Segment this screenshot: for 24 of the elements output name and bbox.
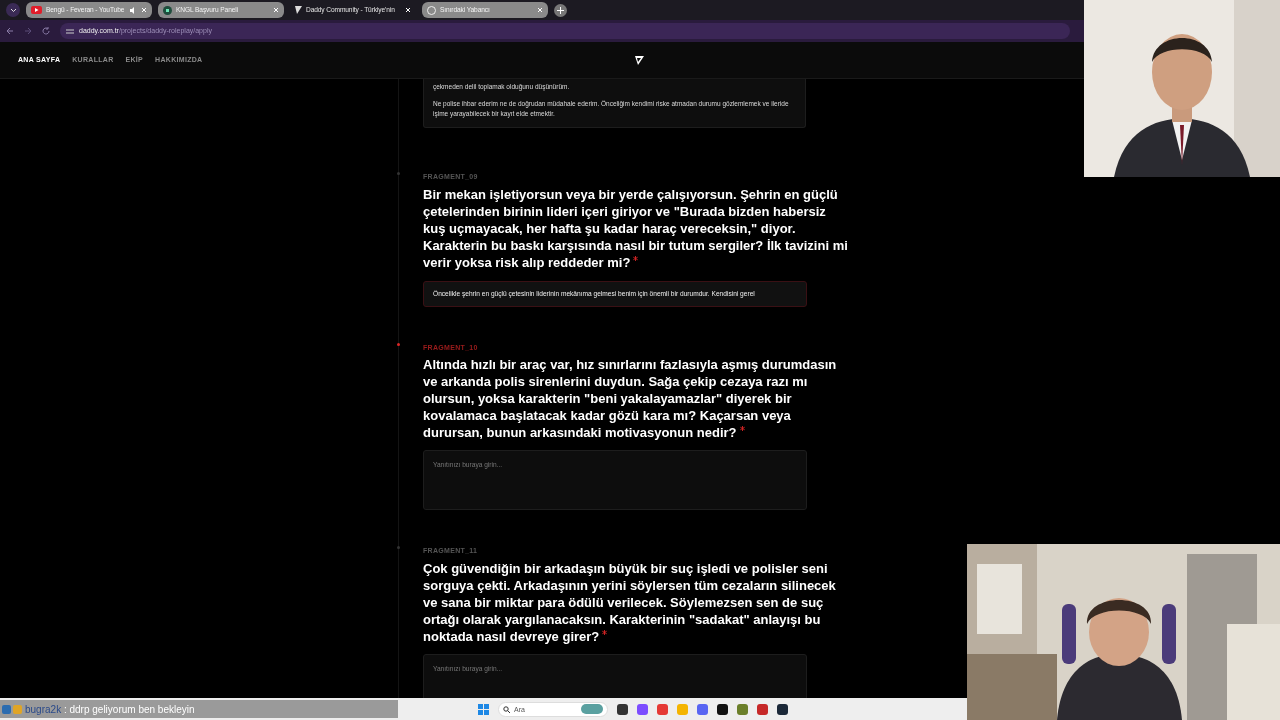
site-settings-icon (66, 27, 74, 35)
chevron-down-icon (9, 7, 17, 13)
taskbar-app-icon[interactable] (617, 703, 628, 715)
logo-icon[interactable] (635, 56, 644, 65)
question-text: Bir mekan işletiyorsun veya bir yerde çalışıyorsun. Şehrin en güçlü çetelerinden birinin lideri içeri giriyor ve "Burada bizden habersiz kuş uçmayacak, her hafta şu kadar haraç vereceksin," diyor. Karakterin bu baskı karşısında nasıl bir tutum sergiler? İlk tavizini mi verir yoksa risk alıp reddeder mi? (423, 185, 848, 271)
forward-icon[interactable] (24, 27, 32, 35)
new-tab-button[interactable] (554, 3, 567, 17)
question-text: Çok güvendiğin bir arkadaşın büyük bir suç işledi ve polisler seni sorguya çekti. Arkadaşının yerini söylersen tüm cezaların silinecek ve sana bir miktar para ödülü verilecek. Söylemezsen sen de suç ortağı olarak yargılanacaksın. Karakterinin "sadakat" anlayışı bu noktada nasıl devreye girer? (423, 559, 837, 645)
question-text: Altında hızlı bir araç var, hız sınırlarını fazlasıyla aşmış durumdasın ve arkanda polis sirenlerini duydun. Sağa çekip cezaya razı mı olursun, yoksa karakterin "beni yakalayamazlar" diyerek bir kovalamaca başlatacak kadar gözü kara mı? Kaçarsan veya durursan, bunun arkasındaki motivasyonun nedir? (423, 356, 838, 441)
taskbar-app-icon[interactable] (717, 703, 728, 715)
answer-box[interactable] (423, 79, 806, 128)
search-icon (503, 705, 510, 713)
back-icon[interactable] (6, 27, 14, 35)
play-icon (31, 6, 42, 14)
windows-icon[interactable] (478, 703, 489, 715)
logo-icon (295, 6, 302, 14)
tab-list-button[interactable] (6, 3, 20, 17)
plus-icon (557, 6, 564, 14)
search-highlight-icon (581, 704, 603, 714)
chat-message: bugra2k : ddrp geliyorum ben bekleyin (25, 702, 195, 717)
globe-icon (427, 5, 436, 15)
taskbar-app-icon[interactable] (777, 703, 788, 715)
close-icon[interactable] (405, 7, 411, 13)
reload-icon[interactable] (42, 27, 50, 35)
